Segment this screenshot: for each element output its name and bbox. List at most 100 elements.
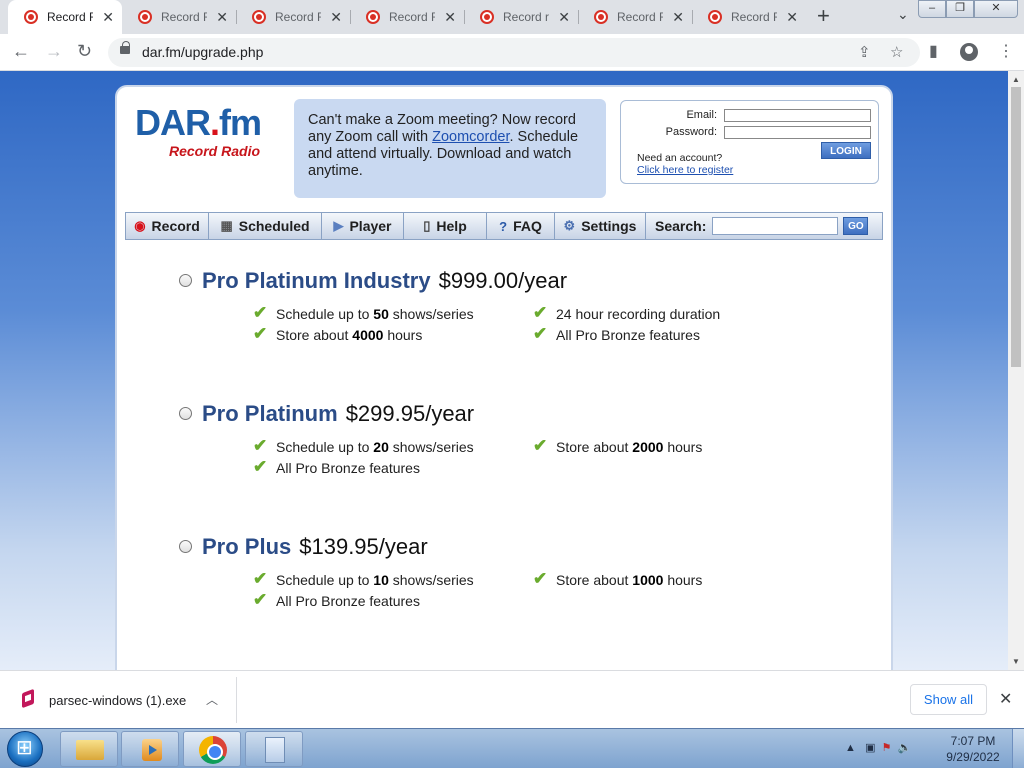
start-button-icon[interactable]	[7, 731, 43, 767]
new-tab-icon[interactable]: +	[817, 4, 830, 28]
scroll-up-icon[interactable]: ▲	[1012, 75, 1020, 84]
close-tab-icon[interactable]: ✕	[672, 9, 684, 25]
feature-text: Store about	[556, 439, 633, 455]
profile-avatar-icon[interactable]	[960, 43, 978, 61]
check-icon: ✔	[533, 324, 548, 343]
action-center-icon[interactable]: ⚑	[882, 742, 892, 754]
menu-label: Record	[151, 218, 200, 234]
phone-icon: ▯	[423, 218, 431, 233]
feature-value: 10	[373, 572, 389, 588]
address-bar[interactable]: dar.fm/upgrade.php ⇪ ☆	[108, 38, 920, 67]
login-button[interactable]: LOGIN	[821, 142, 871, 159]
plan-name: Pro Plus	[202, 534, 292, 559]
restore-icon[interactable]: ❐	[946, 0, 974, 18]
plan-radio[interactable]	[179, 274, 192, 287]
media-player-icon	[142, 739, 162, 761]
plan-feature: ✔ Store about 2000 hours	[533, 436, 703, 455]
plan-name: Pro Platinum Industry	[202, 268, 431, 293]
logo-tld: fm	[219, 102, 262, 143]
main-menu-bar: ◉ Record ▦ Scheduled ▶ Player ▯ Help ? FAQ ⚙ S…	[125, 212, 883, 240]
play-icon: ▶	[333, 218, 344, 233]
register-link[interactable]: Click here to register	[637, 164, 733, 176]
zoomcorder-link[interactable]: Zoomcorder	[432, 129, 509, 145]
close-tab-icon[interactable]: ✕	[216, 9, 228, 25]
feature-text: All Pro Bronze features	[276, 460, 420, 476]
system-tray: ▲ ▣ ⚑ 🔈	[845, 741, 911, 754]
scrollbar-thumb[interactable]	[1011, 87, 1021, 367]
show-desktop-button[interactable]	[1012, 729, 1024, 768]
chevron-up-icon[interactable]: ︿	[206, 691, 218, 708]
feature-text: hours	[663, 439, 703, 455]
close-tab-icon[interactable]: ✕	[558, 9, 570, 25]
plan-radio[interactable]	[179, 407, 192, 420]
menu-scheduled[interactable]: ▦ Scheduled	[209, 213, 322, 239]
browser-tab[interactable]: Record R ✕	[350, 0, 464, 34]
check-icon: ✔	[253, 457, 268, 476]
network-icon[interactable]: ▣	[865, 742, 875, 754]
menu-label: Player	[349, 218, 392, 234]
kebab-menu-icon[interactable]: ⋮	[998, 41, 1014, 61]
bookmark-star-icon[interactable]: ☆	[890, 43, 903, 61]
forward-arrow-icon[interactable]: →	[45, 41, 63, 62]
taskbar-chrome[interactable]	[183, 731, 241, 767]
menu-help[interactable]: ▯ Help	[404, 213, 487, 239]
logo-wordmark: DAR.fm	[135, 105, 285, 141]
scroll-down-icon[interactable]: ▼	[1012, 657, 1020, 666]
password-field[interactable]	[724, 126, 871, 139]
taskbar-explorer[interactable]	[60, 731, 118, 767]
taskbar-document[interactable]	[245, 731, 303, 767]
search-input[interactable]	[712, 217, 839, 235]
reload-icon[interactable]: ↻	[77, 41, 92, 62]
parsec-file-icon	[22, 688, 34, 709]
browser-tab[interactable]: Record R ✕	[236, 0, 350, 34]
back-arrow-icon[interactable]: ←	[12, 41, 30, 62]
volume-icon[interactable]: 🔈	[898, 742, 912, 754]
lock-icon[interactable]	[120, 41, 130, 54]
feature-text: Store about	[556, 572, 633, 588]
darfm-logo[interactable]: DAR.fm Record Radio	[135, 105, 285, 165]
url-text[interactable]: dar.fm/upgrade.php	[142, 44, 263, 60]
plan-price: $299.95/year	[345, 401, 475, 426]
download-file-name[interactable]: parsec-windows (1).exe	[49, 693, 186, 708]
download-divider	[236, 677, 237, 723]
plan-radio[interactable]	[179, 540, 192, 553]
share-icon[interactable]: ⇪	[858, 43, 871, 61]
plan-price: $139.95/year	[299, 534, 428, 559]
close-download-bar-icon[interactable]: ✕	[999, 689, 1012, 709]
menu-player[interactable]: ▶ Player	[322, 213, 404, 239]
plan-feature: ✔ Store about 1000 hours	[533, 569, 702, 588]
browser-tab[interactable]: Record R ✕	[578, 0, 692, 34]
plan-price: $999.00/year	[438, 268, 568, 293]
taskbar-media-player[interactable]	[121, 731, 179, 767]
side-panel-icon[interactable]: ▮	[929, 41, 938, 61]
system-clock[interactable]: 7:07 PM 9/29/2022	[938, 733, 1008, 765]
tab-title: Record R	[47, 10, 93, 24]
folder-icon	[76, 740, 104, 760]
page-scrollbar[interactable]: ▲ ▼	[1008, 71, 1024, 670]
browser-tab[interactable]: Record R ✕	[122, 0, 236, 34]
close-tab-icon[interactable]: ✕	[786, 9, 798, 25]
tab-search-chevron-icon[interactable]: ⌄	[897, 6, 909, 23]
close-tab-icon[interactable]: ✕	[444, 9, 456, 25]
search-go-button[interactable]: GO	[843, 217, 869, 235]
browser-tab[interactable]: Record R ✕	[692, 0, 806, 34]
feature-text: hours	[383, 327, 423, 343]
close-tab-icon[interactable]: ✕	[102, 9, 114, 25]
minimize-icon[interactable]: –	[918, 0, 946, 18]
tab-title: Record R	[731, 10, 777, 24]
browser-tab[interactable]: Record ra ✕	[464, 0, 578, 34]
menu-settings[interactable]: ⚙ Settings	[555, 213, 646, 239]
email-field[interactable]	[724, 109, 871, 122]
check-icon: ✔	[253, 324, 268, 343]
record-icon: ◉	[134, 218, 146, 233]
logo-brand: DAR	[135, 102, 211, 143]
feature-text: shows/series	[388, 306, 474, 322]
close-tab-icon[interactable]: ✕	[330, 9, 342, 25]
menu-faq[interactable]: ? FAQ	[487, 213, 555, 239]
menu-record[interactable]: ◉ Record	[126, 213, 209, 239]
show-all-button[interactable]: Show all	[910, 684, 987, 715]
close-window-icon[interactable]: ✕	[974, 0, 1018, 18]
browser-tab[interactable]: Record R ✕	[8, 0, 122, 34]
tray-expand-icon[interactable]: ▲	[845, 742, 856, 754]
feature-text: Store about	[276, 327, 353, 343]
